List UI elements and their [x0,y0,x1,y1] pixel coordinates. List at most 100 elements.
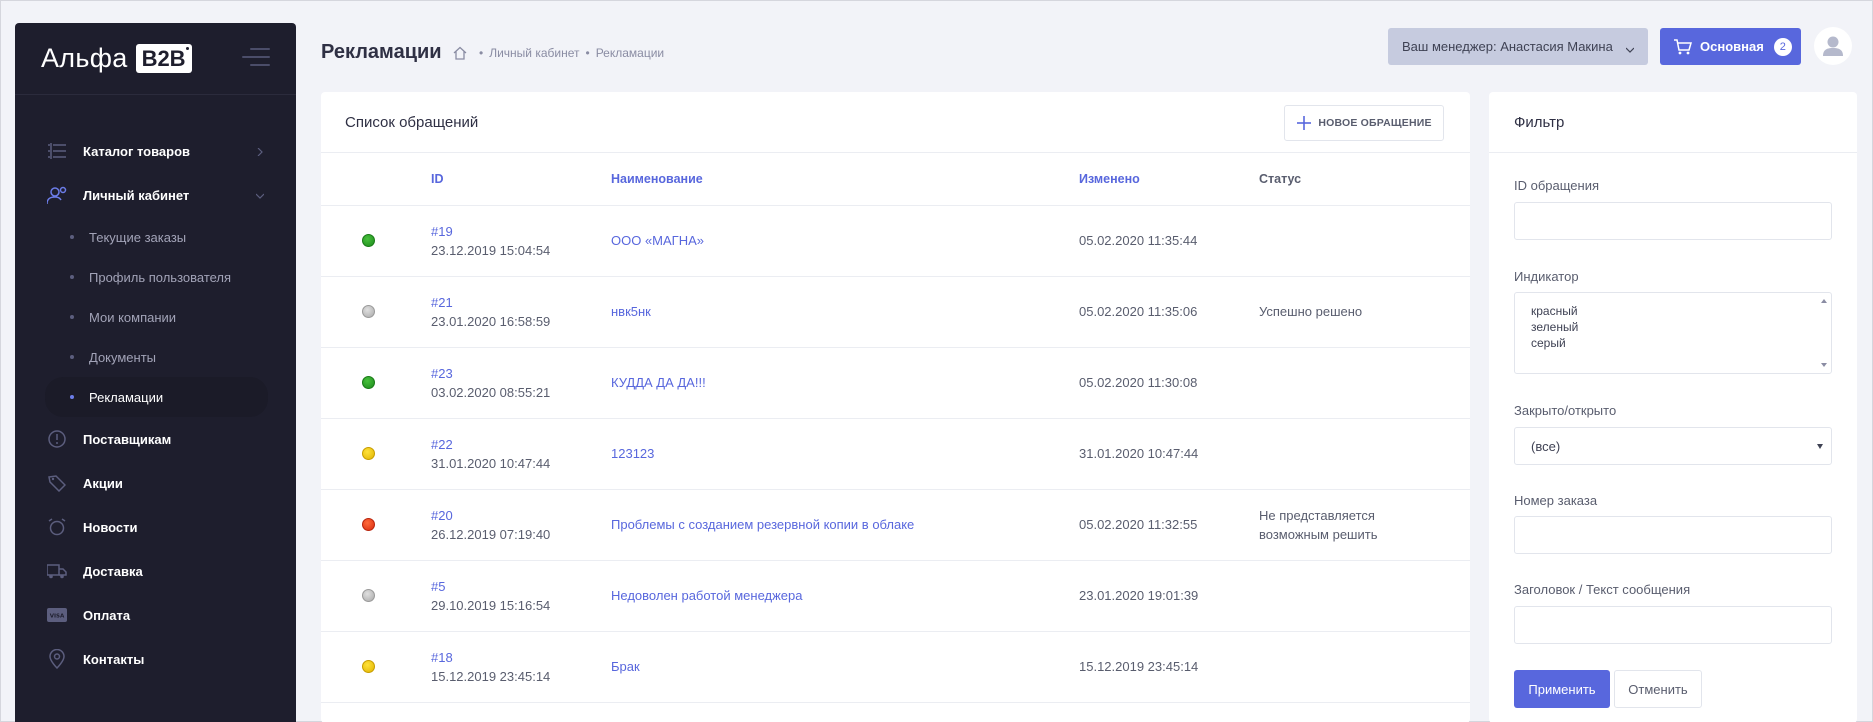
cancel-button[interactable]: Отменить [1614,670,1702,708]
changed-cell: 05.02.2020 11:35:44 [1079,205,1259,277]
breadcrumb-item-claims[interactable]: Рекламации [596,46,664,60]
filter-indicator-option[interactable]: красный [1531,303,1815,319]
filter-closed-select[interactable]: (все) [1514,427,1832,465]
claim-id-link[interactable]: #21 [431,293,611,312]
status-cell: Успешно решено [1259,276,1470,348]
breadcrumb-separator: • [479,46,484,60]
scroll-down-arrow-icon[interactable] [1821,363,1827,367]
claim-created-date: 23.01.2020 16:58:59 [431,313,551,329]
status-indicator-icon [362,589,375,602]
id-cell: #22 31.01.2020 10:47:44 [431,418,611,490]
changed-cell: 15.12.2019 23:45:14 [1079,631,1259,703]
avatar[interactable] [1814,27,1852,65]
status-cell: Не представляется возможным решить [1259,489,1470,561]
claim-name-link[interactable]: нвк5нк [611,304,651,319]
status-indicator-icon [362,660,375,673]
claim-id-link[interactable]: #22 [431,435,611,454]
manager-dropdown[interactable]: Ваш менеджер: Анастасия Макина [1388,28,1648,65]
list-icon [45,141,69,161]
name-cell: Проблемы с созданием резервной копии в о… [611,489,1079,561]
filter-indicator-listbox[interactable]: красный зеленый серый [1514,292,1832,374]
claim-id-link[interactable]: #18 [431,648,611,667]
svg-text:VISA: VISA [50,614,65,620]
cart-button[interactable]: Основная 2 [1660,28,1801,65]
column-name[interactable]: Наименование [611,153,1079,206]
filter-order-input[interactable] [1514,516,1832,554]
sidebar-item-label: Поставщикам [83,431,172,447]
sidebar-item-account[interactable]: Личный кабинет [15,173,296,217]
truck-icon [45,561,69,581]
filter-id-label: ID обращения [1514,178,1600,193]
filter-text-input[interactable] [1514,606,1832,644]
sidebar-item-news[interactable]: Новости [15,505,296,549]
sidebar-item-payment[interactable]: VISA Оплата [15,593,296,637]
id-cell: #23 03.02.2020 08:55:21 [431,347,611,419]
indicator-cell [321,418,431,490]
sidebar-subitem-documents[interactable]: Документы [15,337,296,377]
status-cell [1259,631,1470,703]
hamburger-menu-icon[interactable] [242,48,270,68]
new-claim-label: НОВОЕ ОБРАЩЕНИЕ [1318,117,1432,129]
claim-id-link[interactable]: #5 [431,577,611,596]
claim-name-link[interactable]: КУДДА ДА ДА!!! [611,375,706,390]
scroll-up-arrow-icon[interactable] [1821,299,1827,303]
claim-created-date: 26.12.2019 07:19:40 [431,526,551,542]
status-indicator-icon [362,305,375,318]
user-settings-icon [45,185,69,205]
new-claim-button[interactable]: НОВОЕ ОБРАЩЕНИЕ [1284,105,1444,141]
indicator-cell [321,347,431,419]
filter-text-label: Заголовок / Текст сообщения [1514,582,1691,597]
claim-name-link[interactable]: Проблемы с созданием резервной копии в о… [611,517,914,532]
status-cell [1259,560,1470,632]
filter-indicator-option[interactable]: зеленый [1531,319,1815,335]
claims-list-card: Список обращений НОВОЕ ОБРАЩЕНИЕ ID Наим… [321,92,1470,722]
claims-table: ID Наименование Изменено Статус #19 23.12… [321,153,1470,703]
claim-name-link[interactable]: ООО «МАГНА» [611,233,704,248]
user-avatar-icon [1823,36,1843,56]
status-cell [1259,205,1470,277]
name-cell: Недоволен работой менеджера [611,560,1079,632]
claim-id-link[interactable]: #20 [431,506,611,525]
breadcrumb: • Личный кабинет • Рекламации [453,46,664,60]
table-row: #23 03.02.2020 08:55:21 КУДДА ДА ДА!!! 05… [321,347,1470,419]
column-id[interactable]: ID [431,153,611,206]
cart-label: Основная [1700,39,1764,54]
sidebar-item-promotions[interactable]: Акции [15,461,296,505]
id-cell: #20 26.12.2019 07:19:40 [431,489,611,561]
chevron-down-icon [1625,42,1635,53]
chevron-down-icon [255,188,265,199]
card-title: Список обращений [345,113,479,131]
status-cell [1259,347,1470,419]
id-cell: #21 23.01.2020 16:58:59 [431,276,611,348]
apply-button[interactable]: Применить [1514,670,1610,708]
claim-name-link[interactable]: 123123 [611,446,654,461]
name-cell: 123123 [611,418,1079,490]
breadcrumb-item-account[interactable]: Личный кабинет [489,46,579,60]
home-icon[interactable] [453,46,467,60]
claim-id-link[interactable]: #19 [431,222,611,241]
changed-cell: 05.02.2020 11:35:06 [1079,276,1259,348]
status-indicator-icon [362,518,375,531]
changed-cell: 05.02.2020 11:30:08 [1079,347,1259,419]
tag-icon [45,473,69,493]
filter-id-input[interactable] [1514,202,1832,240]
sidebar-subitem-companies[interactable]: Мои компании [15,297,296,337]
filter-indicator-option[interactable]: серый [1531,335,1815,351]
sidebar-subitem-orders[interactable]: Текущие заказы [15,217,296,257]
sidebar-item-delivery[interactable]: Доставка [15,549,296,593]
claim-name-link[interactable]: Недоволен работой менеджера [611,588,802,603]
claim-created-date: 31.01.2020 10:47:44 [431,455,551,471]
claim-name-link[interactable]: Брак [611,659,640,674]
brand: Альфа B2B [15,23,296,95]
sidebar-item-suppliers[interactable]: Поставщикам [15,417,296,461]
sidebar-item-catalog[interactable]: Каталог товаров [15,129,296,173]
sidebar-subitem-claims[interactable]: Рекламации [45,377,268,417]
column-changed[interactable]: Изменено [1079,153,1259,206]
name-cell: нвк5нк [611,276,1079,348]
brand-name: Альфа [41,43,128,73]
sidebar-item-contacts[interactable]: Контакты [15,637,296,681]
table-row: #22 31.01.2020 10:47:44 123123 31.01.2020… [321,418,1470,490]
id-cell: #5 29.10.2019 15:16:54 [431,560,611,632]
claim-id-link[interactable]: #23 [431,364,611,383]
sidebar-subitem-profile[interactable]: Профиль пользователя [15,257,296,297]
